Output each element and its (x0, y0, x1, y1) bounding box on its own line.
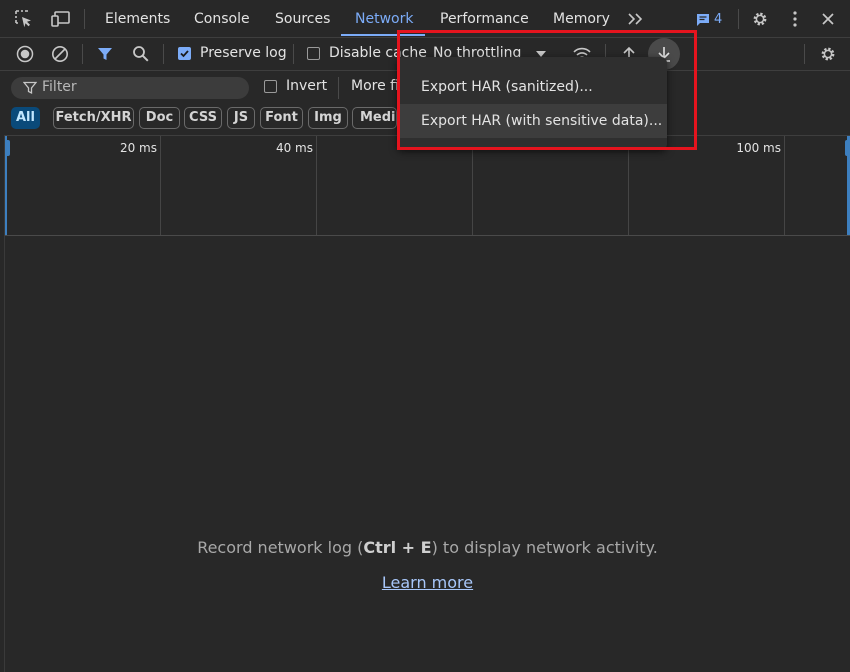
close-icon[interactable] (820, 11, 836, 27)
chip-img[interactable]: Img (308, 107, 348, 129)
timeline-gridline (472, 136, 473, 235)
inspect-element-icon[interactable] (15, 10, 33, 28)
divider (163, 44, 164, 64)
highlight-annotation-box (397, 30, 697, 150)
more-filters-clip: More filters (351, 78, 397, 98)
divider (82, 44, 83, 64)
filter-funnel-icon (23, 81, 37, 95)
empty-state-text: ) to display network activity. (431, 538, 658, 557)
invert-label: Invert (286, 78, 328, 94)
more-filters-button[interactable]: More filters (351, 78, 397, 94)
message-icon (697, 14, 709, 26)
device-toolbar-icon[interactable] (51, 10, 71, 28)
checkmark-icon (180, 50, 189, 58)
chip-font[interactable]: Font (260, 107, 303, 129)
timeline-gridline (316, 136, 317, 235)
timeline-gridline (628, 136, 629, 235)
issues-badge[interactable]: 4 (696, 11, 726, 29)
search-icon[interactable] (132, 45, 150, 63)
more-options-icon[interactable] (788, 10, 802, 28)
divider (804, 44, 805, 64)
chip-doc[interactable]: Doc (139, 107, 180, 129)
tab-network[interactable]: Network (355, 11, 413, 27)
tab-console[interactable]: Console (194, 11, 250, 27)
chip-all[interactable]: All (11, 107, 40, 129)
timeline-tick-label: 100 ms (736, 141, 781, 155)
divider (338, 77, 339, 99)
learn-more-container: Learn more (0, 573, 850, 592)
preserve-log-checkbox[interactable] (178, 47, 191, 60)
timeline-left-grip[interactable] (5, 140, 10, 156)
chip-js[interactable]: JS (227, 107, 255, 129)
timeline-gridline (784, 136, 785, 235)
chip-media[interactable]: Media (352, 107, 397, 129)
settings-gear-icon[interactable] (751, 10, 769, 28)
timeline-tick-label: 40 ms (275, 141, 313, 155)
network-settings-icon[interactable] (819, 45, 837, 63)
timeline-overview[interactable]: 20 ms 40 ms 100 ms (5, 135, 850, 236)
chip-css[interactable]: CSS (184, 107, 222, 129)
more-tabs-icon[interactable] (627, 12, 645, 26)
timeline-right-grip[interactable] (845, 140, 850, 156)
divider (738, 9, 739, 29)
filter-icon[interactable] (97, 46, 113, 62)
preserve-log-label: Preserve log (200, 45, 287, 61)
empty-state-message: Record network log (Ctrl + E) to display… (0, 538, 850, 557)
record-shortcut: Ctrl + E (363, 538, 432, 557)
tab-sources[interactable]: Sources (275, 11, 330, 27)
issues-count: 4 (714, 12, 723, 27)
timeline-tick-label: 20 ms (119, 141, 157, 155)
timeline-gridline (160, 136, 161, 235)
tab-memory[interactable]: Memory (553, 11, 610, 27)
divider (293, 44, 294, 64)
filter-input-box[interactable]: Filter (11, 77, 249, 99)
clear-icon[interactable] (51, 45, 69, 63)
empty-state-text: Record network log ( (197, 538, 364, 557)
divider (84, 9, 85, 29)
invert-checkbox[interactable] (264, 80, 277, 93)
record-icon[interactable] (16, 45, 34, 63)
tab-performance[interactable]: Performance (440, 11, 529, 27)
chip-fetch-xhr[interactable]: Fetch/XHR (53, 107, 134, 129)
learn-more-link[interactable]: Learn more (382, 573, 473, 592)
disable-cache-checkbox[interactable] (307, 47, 320, 60)
filter-placeholder: Filter (42, 79, 77, 95)
tab-elements[interactable]: Elements (105, 11, 170, 27)
